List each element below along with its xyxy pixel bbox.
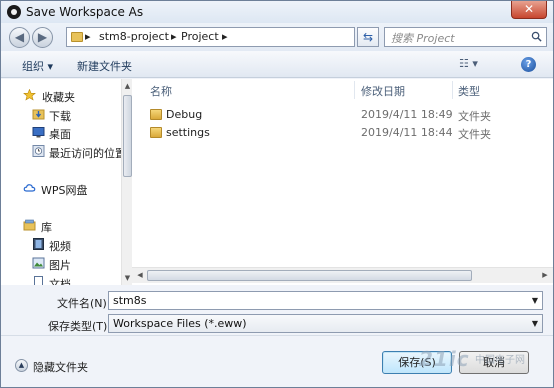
navigation-pane: 收藏夹 下载 桌面 最近访问的位置 WPS网盘 库 视频 图片 文档 xyxy=(1,79,132,285)
refresh-button[interactable]: ⇆ xyxy=(357,27,379,47)
save-button[interactable]: 保存(S) xyxy=(382,351,452,374)
chevron-up-icon: ▲ xyxy=(15,359,28,372)
hide-folders-label: 隐藏文件夹 xyxy=(33,361,88,374)
table-row[interactable]: Debug 2019/4/11 18:49 文件夹 xyxy=(146,106,546,124)
star-icon xyxy=(23,89,36,101)
title-bar: Save Workspace As ✕ xyxy=(1,1,553,23)
filetype-value: Workspace Files (*.eww) xyxy=(113,317,247,330)
breadcrumb-separator[interactable]: ▸ xyxy=(222,30,228,43)
sidebar-item-favorites[interactable]: 收藏夹 xyxy=(1,87,121,105)
chevron-down-icon[interactable]: ▼ xyxy=(532,296,538,305)
scroll-right-icon[interactable]: ▶ xyxy=(539,270,551,281)
column-header-modified[interactable]: 修改日期 xyxy=(361,83,405,99)
chevron-down-icon[interactable]: ▼ xyxy=(532,319,538,328)
sidebar-item-downloads[interactable]: 下载 xyxy=(1,106,121,124)
search-icon[interactable] xyxy=(531,31,542,42)
save-form: 文件名(N): stm8s ▼ 保存类型(T): Workspace Files… xyxy=(1,285,553,335)
sidebar-item-libraries[interactable]: 库 xyxy=(1,217,121,235)
scroll-left-icon[interactable]: ◀ xyxy=(134,270,146,281)
pictures-icon xyxy=(32,257,45,269)
file-type: 文件夹 xyxy=(458,110,491,123)
dialog-footer: ▲ 隐藏文件夹 保存(S) 取消 xyxy=(1,335,553,387)
filetype-select[interactable]: Workspace Files (*.eww) ▼ xyxy=(108,314,543,333)
library-icon xyxy=(23,219,36,231)
file-list: 名称 修改日期 类型 Debug 2019/4/11 18:49 文件夹 set… xyxy=(132,79,553,285)
sidebar-item-label: 下载 xyxy=(49,110,71,123)
help-icon[interactable]: ? xyxy=(521,57,536,72)
breadcrumb-separator[interactable]: ▸ xyxy=(85,30,91,43)
filename-value: stm8s xyxy=(113,294,147,307)
sidebar-item-label: WPS网盘 xyxy=(41,184,88,197)
column-divider[interactable] xyxy=(452,81,453,99)
table-row[interactable]: settings 2019/4/11 18:44 文件夹 xyxy=(146,124,546,142)
sidebar-item-videos[interactable]: 视频 xyxy=(1,236,121,254)
scroll-up-icon[interactable]: ▲ xyxy=(123,81,132,91)
organize-button[interactable]: 组织 ▾ xyxy=(22,58,53,74)
forward-button[interactable]: ▶ xyxy=(32,27,53,48)
app-logo-icon xyxy=(7,5,21,19)
desktop-icon xyxy=(32,127,45,138)
filetype-label: 保存类型(T): xyxy=(48,320,112,333)
file-modified: 2019/4/11 18:44 xyxy=(361,126,453,139)
column-header-type[interactable]: 类型 xyxy=(458,83,480,99)
sidebar-item-documents[interactable]: 文档 xyxy=(1,274,121,285)
sidebar-item-label: 视频 xyxy=(49,240,71,253)
sidebar-item-label: 收藏夹 xyxy=(42,91,75,104)
sidebar-item-label: 图片 xyxy=(49,259,71,272)
cloud-icon xyxy=(23,184,36,192)
sidebar-item-label: 桌面 xyxy=(49,128,71,141)
close-button[interactable]: ✕ xyxy=(511,1,547,19)
column-header-name[interactable]: 名称 xyxy=(150,83,172,99)
sidebar-item-desktop[interactable]: 桌面 xyxy=(1,124,121,142)
back-button[interactable]: ◀ xyxy=(9,27,30,48)
window-title: Save Workspace As xyxy=(26,5,144,19)
command-bar: 组织 ▾ 新建文件夹 ☷ ▾ ? xyxy=(1,51,553,78)
sidebar-item-pictures[interactable]: 图片 xyxy=(1,255,121,273)
column-divider[interactable] xyxy=(354,81,355,99)
sidebar-item-label: 文档 xyxy=(49,278,71,285)
sidebar-item-wps-cloud[interactable]: WPS网盘 xyxy=(1,180,121,198)
breadcrumb-stm8-project[interactable]: stm8-project xyxy=(99,30,169,43)
new-folder-button[interactable]: 新建文件夹 xyxy=(77,58,132,74)
sidebar-item-label: 库 xyxy=(41,221,52,234)
folder-icon xyxy=(150,109,162,120)
breadcrumb-project[interactable]: Project xyxy=(181,30,219,43)
scroll-down-icon[interactable]: ▼ xyxy=(123,273,132,283)
download-folder-icon xyxy=(32,109,45,120)
video-icon xyxy=(33,238,44,250)
scrollbar-thumb[interactable] xyxy=(123,95,132,177)
documents-icon xyxy=(34,276,43,285)
file-name: Debug xyxy=(166,108,203,121)
sidebar-scrollbar[interactable]: ▲ ▼ xyxy=(121,79,132,285)
scrollbar-thumb[interactable] xyxy=(147,270,472,281)
search-input[interactable]: 搜索 Project xyxy=(384,27,547,47)
folder-icon xyxy=(71,32,83,42)
file-name: settings xyxy=(166,126,210,139)
folder-icon xyxy=(150,127,162,138)
recent-places-icon xyxy=(32,145,45,157)
file-modified: 2019/4/11 18:49 xyxy=(361,108,453,121)
breadcrumb-separator[interactable]: ▸ xyxy=(171,30,177,43)
cancel-button[interactable]: 取消 xyxy=(459,351,529,374)
save-dialog: Save Workspace As ✕ ◀ ▶ ▸ stm8-project ▸… xyxy=(0,0,554,388)
view-options-button[interactable]: ☷ ▾ xyxy=(459,57,499,73)
search-placeholder: 搜索 Project xyxy=(391,32,455,45)
sidebar-item-label: 最近访问的位置 xyxy=(49,147,126,160)
filename-field[interactable]: stm8s ▼ xyxy=(108,291,543,310)
file-type: 文件夹 xyxy=(458,128,491,141)
filename-label: 文件名(N): xyxy=(57,297,111,310)
address-bar[interactable]: ▸ stm8-project ▸ Project ▸ ▼ xyxy=(66,27,417,47)
address-row: ◀ ▶ ▸ stm8-project ▸ Project ▸ ▼ ⇆ 搜索 Pr… xyxy=(1,23,553,51)
horizontal-scrollbar[interactable]: ◀ ▶ xyxy=(132,267,553,283)
sidebar-item-recent-places[interactable]: 最近访问的位置 xyxy=(1,143,126,161)
